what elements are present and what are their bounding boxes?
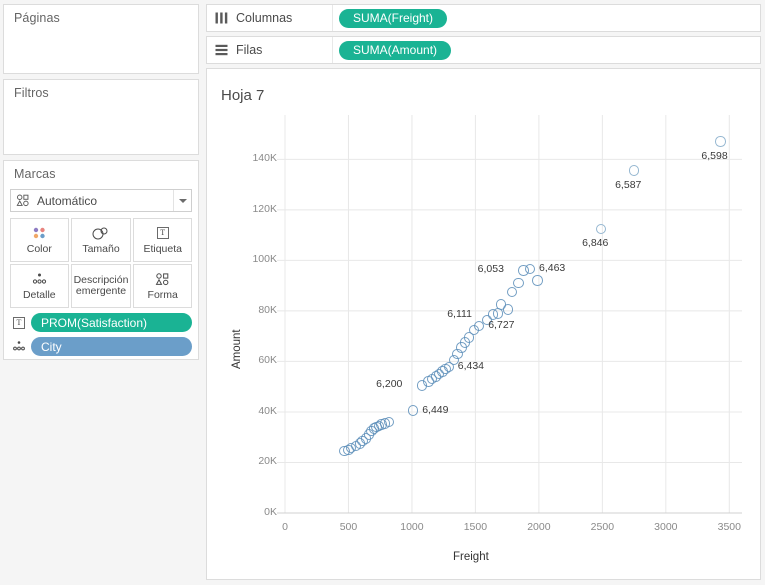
scatter-mark-label: 6,449	[422, 403, 449, 416]
scatter-mark-label: 6,846	[582, 236, 609, 249]
scatter-mark-label: 6,111	[447, 307, 472, 320]
y-axis-title: Amount	[231, 329, 243, 369]
scatter-mark[interactable]	[628, 165, 640, 176]
color-palette-icon	[31, 225, 48, 241]
x-axis-title: Freight	[453, 551, 489, 563]
scatter-mark[interactable]	[513, 277, 524, 289]
scatter-mark-label: 6,587	[615, 178, 642, 191]
marks-label-button[interactable]: T Etiqueta	[133, 218, 192, 262]
y-tick-label: 0K	[264, 506, 277, 518]
marks-tooltip-label: Descripción emergente	[73, 274, 129, 297]
marks-detail-label: Detalle	[22, 289, 56, 301]
scatter-plot: 0 500 1000 1500 2000 2500 3000 3500 0K 20K 40K 60K 8…	[207, 69, 760, 579]
marks-pill-satisfaction[interactable]: PROM(Satisfaction)	[31, 313, 192, 332]
shapes-icon	[16, 193, 30, 208]
mark-type-label: Automático	[37, 193, 98, 208]
tableau-worksheet-window: Páginas Filtros Marcas Automático Color …	[0, 0, 765, 585]
rows-icon	[215, 44, 229, 56]
scatter-mark-label: 6,200	[376, 378, 403, 391]
y-tick-label: 120K	[252, 202, 277, 215]
marks-card-title: Marcas	[14, 167, 56, 181]
shape-icon	[155, 271, 170, 287]
label-text-icon: T	[156, 225, 169, 241]
visualization-pane[interactable]: Hoja 7 0 500 1000 1500 2000 2500 3000 3500 0K 20K…	[206, 68, 761, 580]
plot-canvas	[277, 115, 742, 514]
marks-pill-row-satisfaction: T PROM(Satisfaction)	[10, 313, 192, 332]
y-tick-label: 100K	[252, 253, 277, 266]
scatter-mark-label: 6,434	[457, 359, 485, 372]
x-tick-label: 1000	[400, 521, 424, 533]
left-sidebar: Páginas Filtros Marcas Automático Color …	[0, 0, 202, 585]
x-tick-label: 2500	[590, 521, 615, 533]
marks-shape-label: Forma	[147, 289, 178, 301]
scatter-mark-label: 6,053	[477, 263, 504, 276]
y-tick-label: 40K	[258, 404, 277, 417]
chevron-down-icon[interactable]	[173, 190, 191, 211]
marks-size-button[interactable]: Tamaño	[70, 218, 132, 262]
x-tick-label: 0	[282, 521, 288, 533]
marks-color-label: Color	[26, 243, 52, 255]
x-tick-label: 3000	[654, 521, 678, 533]
mark-type-selector[interactable]: Automático	[10, 189, 192, 212]
scatter-mark-label: 6,598	[701, 149, 728, 162]
marks-color-button[interactable]: Color	[10, 218, 69, 262]
marks-shape-button[interactable]: Forma	[133, 264, 192, 308]
x-tick-label: 500	[339, 521, 358, 533]
rows-shelf[interactable]: Filas SUMA(Amount)	[206, 36, 761, 64]
scatter-mark[interactable]	[532, 275, 543, 286]
scatter-mark-label: 6,463	[539, 262, 566, 275]
marks-pill-city[interactable]: City	[31, 337, 192, 356]
x-tick-label: 2000	[527, 521, 551, 533]
y-tick-label: 20K	[258, 455, 277, 468]
columns-pill-freight[interactable]: SUMA(Freight)	[339, 8, 448, 28]
columns-shelf-label-box: Columnas	[207, 5, 333, 31]
marks-button-grid: Color Tamaño T Etiqueta Detalle Descripc…	[10, 218, 192, 308]
marks-size-label: Tamaño	[82, 243, 120, 255]
rows-shelf-label-box: Filas	[207, 37, 333, 63]
marks-label-label: Etiqueta	[143, 243, 182, 255]
columns-shelf-label: Columnas	[236, 11, 293, 25]
detail-dots-icon	[31, 271, 48, 287]
rows-shelf-label: Filas	[236, 43, 263, 57]
scatter-mark[interactable]	[715, 136, 726, 147]
filters-card-title: Filtros	[14, 86, 49, 100]
rows-pill-amount[interactable]: SUMA(Amount)	[339, 40, 452, 60]
y-tick-label: 80K	[258, 303, 277, 316]
x-tick-label: 3500	[717, 521, 741, 533]
marks-tooltip-button[interactable]: Descripción emergente	[70, 264, 132, 308]
x-tick-label: 1500	[463, 521, 488, 533]
columns-shelf[interactable]: Columnas SUMA(Freight)	[206, 4, 761, 32]
columns-icon	[215, 12, 229, 24]
marks-pill-row-city: City	[10, 337, 192, 356]
scatter-mark[interactable]	[493, 308, 504, 319]
marks-card: Marcas Automático Color Tamaño T Etiquet…	[3, 160, 199, 360]
scatter-mark-label: 6,727	[488, 319, 515, 332]
pages-card-title: Páginas	[14, 11, 60, 25]
size-icon	[91, 225, 110, 241]
pages-card: Páginas	[3, 4, 199, 74]
marks-detail-button[interactable]: Detalle	[10, 264, 69, 308]
filters-card[interactable]: Filtros	[3, 79, 199, 155]
y-tick-label: 140K	[252, 152, 277, 165]
detail-dots-icon	[10, 340, 28, 354]
scatter-mark[interactable]	[502, 304, 513, 315]
label-text-icon: T	[10, 316, 28, 330]
